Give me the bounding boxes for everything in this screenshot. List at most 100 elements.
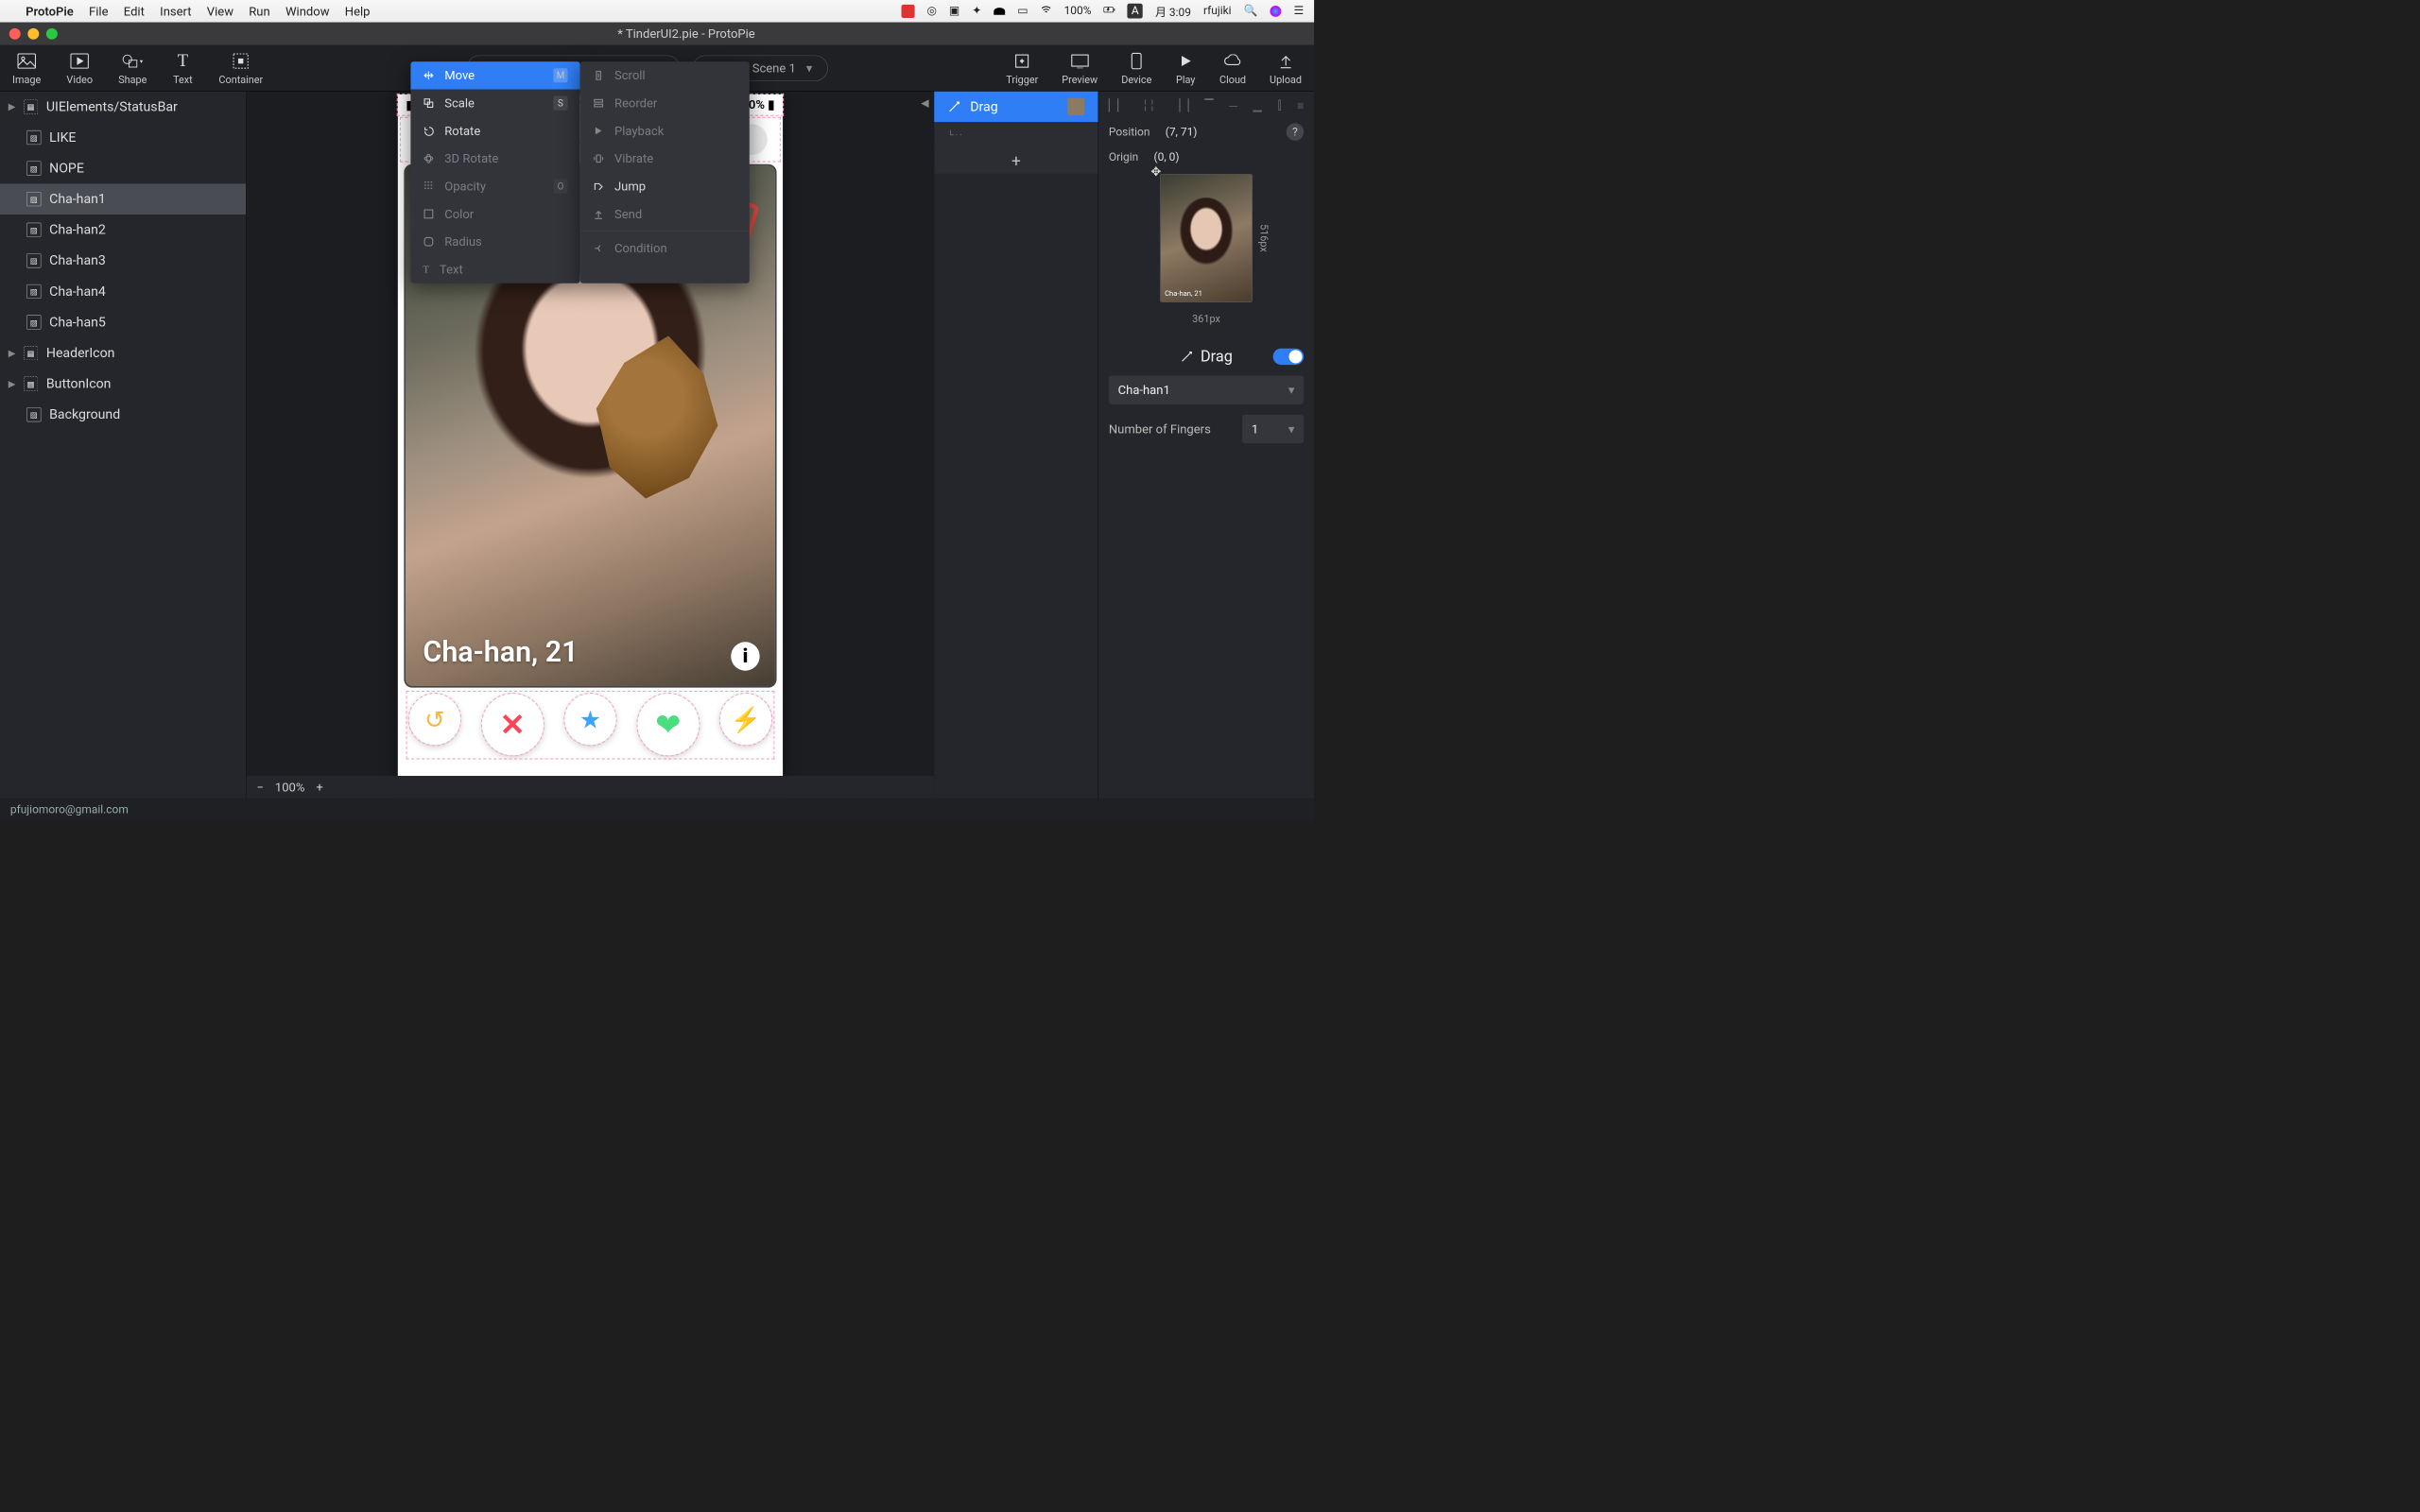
menubar-icon-1[interactable]: ▣ (949, 5, 959, 18)
nope-button[interactable]: ✕ (482, 694, 544, 755)
window-title: * TinderUI2.pie - ProtoPie (68, 26, 1305, 41)
macos-menu-bar: ProtoPie File Edit Insert View Run Windo… (0, 0, 1314, 23)
tool-play[interactable]: Play (1175, 50, 1196, 85)
wifi-icon[interactable] (1041, 4, 1052, 18)
inspector-panel: ▏▏ ╎╎ ▕▕ ▔ ─ ▁ ⫿ ≡ Position (7, 71) ? Or… (1098, 92, 1314, 799)
align-middle-icon[interactable]: ─ (1229, 99, 1236, 112)
align-bottom-icon[interactable]: ▁ (1253, 99, 1262, 112)
window-titlebar: * TinderUI2.pie - ProtoPie (0, 23, 1314, 45)
response-jump[interactable]: Jump (580, 172, 750, 199)
response-text: TText (410, 255, 579, 283)
response-scale[interactable]: ScaleS (410, 92, 579, 117)
zoom-in[interactable]: + (316, 780, 322, 794)
zoom-out[interactable]: − (257, 780, 264, 794)
tool-container[interactable]: Container (218, 50, 263, 85)
layer-buttonicon[interactable]: ▶▦ButtonIcon (0, 369, 246, 400)
status-footer: pfujiomoro@gmail.com (0, 799, 1314, 821)
collapse-icon[interactable]: ◀ (921, 96, 928, 109)
add-trigger[interactable]: + (934, 147, 1098, 173)
layer-headericon[interactable]: ▶▦HeaderIcon (0, 337, 246, 369)
layer-background[interactable]: ▨Background (0, 399, 246, 430)
preview-height: 516px (1258, 224, 1270, 252)
tool-preview[interactable]: Preview (1062, 50, 1098, 85)
creative-cloud-icon[interactable]: ◎ (926, 5, 936, 18)
battery-icon (1104, 4, 1115, 18)
align-right-icon[interactable]: ▕▕ (1171, 99, 1188, 112)
drag-section-label: Drag (1201, 348, 1233, 366)
zoom-value: 100% (275, 780, 305, 794)
position-value: (7, 71) (1166, 126, 1198, 139)
username[interactable]: rfujiki (1203, 5, 1232, 18)
tool-trigger[interactable]: Trigger (1006, 50, 1038, 85)
distribute-h-icon[interactable]: ⫿ (1278, 99, 1282, 112)
align-center-h-icon[interactable]: ╎╎ (1142, 99, 1155, 112)
response-rotate[interactable]: Rotate (410, 117, 579, 145)
window-maximize[interactable] (46, 28, 58, 40)
zoom-bar: − 100% + (247, 776, 935, 799)
layer-cha-han5[interactable]: ▨Cha-han5 (0, 307, 246, 338)
response-color: Color (410, 200, 579, 228)
clock[interactable]: 月 3:09 (1155, 3, 1191, 19)
menu-window[interactable]: Window (285, 4, 330, 18)
menubar-app-icon[interactable] (901, 5, 914, 18)
fingers-label: Number of Fingers (1109, 421, 1211, 436)
distribute-v-icon[interactable]: ≡ (1297, 99, 1304, 112)
menubar-icon-3[interactable] (994, 8, 1005, 15)
layers-panel: ▶▦UIElements/StatusBar ▨LIKE ▨NOPE ▨Cha-… (0, 92, 247, 799)
boost-button[interactable]: ⚡ (720, 694, 771, 745)
window-close[interactable] (9, 28, 21, 40)
card-name: Cha-han, 21 (423, 635, 578, 669)
menu-view[interactable]: View (207, 4, 233, 18)
spotlight-icon[interactable]: 🔍 (1244, 5, 1258, 18)
siri-icon[interactable] (1270, 6, 1282, 17)
input-mode[interactable]: A (1127, 4, 1142, 19)
trigger-drag[interactable]: Drag (934, 92, 1098, 123)
menu-help[interactable]: Help (345, 4, 371, 18)
align-left-icon[interactable]: ▏▏ (1109, 99, 1126, 112)
menu-edit[interactable]: Edit (124, 4, 145, 18)
tool-cloud[interactable]: Cloud (1219, 50, 1246, 85)
tool-device[interactable]: Device (1121, 50, 1151, 85)
response-radius: Radius (410, 228, 579, 255)
drag-toggle[interactable] (1273, 348, 1305, 364)
align-top-icon[interactable]: ▔ (1204, 99, 1213, 112)
tool-image[interactable]: Image (12, 50, 41, 85)
layer-cha-han3[interactable]: ▨Cha-han3 (0, 246, 246, 277)
triggers-panel: ◀ Drag └·· + (934, 92, 1098, 799)
response-menu-col2: Scroll Reorder Playback Vibrate Jump Sen… (580, 92, 750, 284)
airplay-icon[interactable]: ▭ (1017, 5, 1028, 18)
like-button[interactable]: ❤ (637, 694, 699, 755)
response-send: Send (580, 200, 750, 228)
fingers-select[interactable]: 1▾ (1242, 415, 1304, 443)
tool-upload[interactable]: Upload (1270, 50, 1302, 85)
action-buttons: ↺ ✕ ★ ❤ ⚡ (407, 692, 774, 759)
tool-shape[interactable]: ▾Shape (118, 50, 147, 85)
layer-uielements-statusbar[interactable]: ▶▦UIElements/StatusBar (0, 92, 246, 123)
help-icon[interactable]: ? (1287, 123, 1304, 140)
rewind-button[interactable]: ↺ (409, 694, 460, 745)
layer-cha-han4[interactable]: ▨Cha-han4 (0, 276, 246, 307)
menu-insert[interactable]: Insert (160, 4, 191, 18)
tool-text[interactable]: TText (173, 50, 194, 85)
superlike-button[interactable]: ★ (564, 694, 615, 745)
response-vibrate: Vibrate (580, 145, 750, 172)
response-playback: Playback (580, 117, 750, 145)
tool-video[interactable]: Video (66, 50, 93, 85)
drag-target-select[interactable]: Cha-han1▾ (1109, 375, 1304, 404)
notification-center-icon[interactable]: ☰ (1294, 5, 1305, 18)
position-label: Position (1109, 126, 1150, 139)
trigger-path-indicator: └·· (934, 122, 1098, 147)
info-button[interactable]: i (731, 642, 759, 670)
layer-nope[interactable]: ▨NOPE (0, 153, 246, 184)
menu-file[interactable]: File (89, 4, 108, 18)
battery-percent: 100% (1064, 5, 1092, 18)
response-reorder: Reorder (580, 92, 750, 117)
layer-like[interactable]: ▨LIKE (0, 122, 246, 153)
window-minimize[interactable] (27, 28, 39, 40)
menu-run[interactable]: Run (249, 4, 269, 18)
layer-cha-han1[interactable]: ▨Cha-han1 (0, 183, 246, 215)
app-name[interactable]: ProtoPie (26, 4, 74, 18)
menubar-icon-2[interactable]: ✦ (972, 5, 981, 18)
account-email[interactable]: pfujiomoro@gmail.com (10, 803, 129, 816)
layer-cha-han2[interactable]: ▨Cha-han2 (0, 215, 246, 246)
